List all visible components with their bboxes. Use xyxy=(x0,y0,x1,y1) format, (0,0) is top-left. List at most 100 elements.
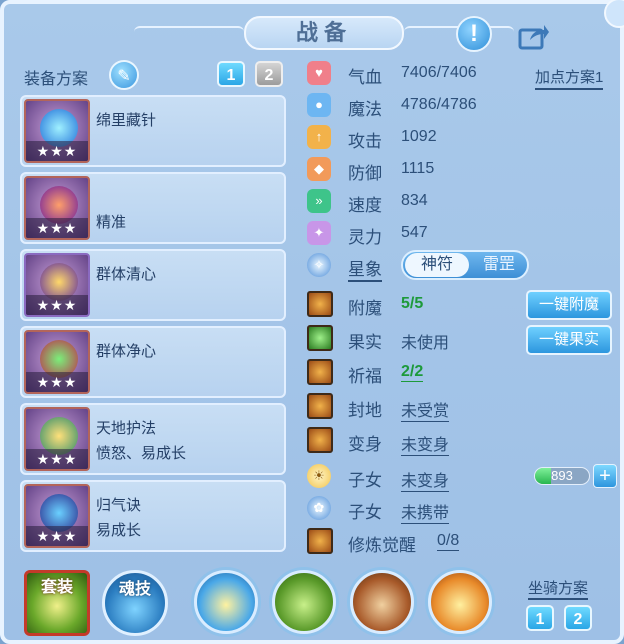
star-sign-icon: ✧ xyxy=(307,253,331,277)
equip-thumbnail: ★★★ xyxy=(24,176,90,240)
plan-tab-2[interactable]: 2 xyxy=(255,61,283,87)
stat-label-spd: 速度 xyxy=(348,196,382,215)
mount-plan-label[interactable]: 坐骑方案 xyxy=(528,577,589,600)
blessing-icon xyxy=(307,359,333,385)
stat-label-hp: 气血 xyxy=(348,68,382,87)
equip-thumbnail: ★★★ xyxy=(24,407,90,471)
toggle-option-leigang[interactable]: 雷罡 xyxy=(471,253,527,277)
equip-thumbnail: ★★★ xyxy=(24,484,90,548)
fief-icon xyxy=(307,393,333,419)
stat-label-mp: 魔法 xyxy=(348,100,382,119)
equip-thumbnail: ★★★ xyxy=(24,330,90,394)
equip-thumbnail: ★★★ xyxy=(24,99,90,163)
equip-name: 天地护法 xyxy=(96,420,157,437)
window-title: 战备 xyxy=(244,16,404,50)
exclamation-icon: ! xyxy=(470,20,478,47)
heart-icon: ♥ xyxy=(307,61,331,85)
sword-icon: ↑ xyxy=(307,125,331,149)
star-rating: ★★★ xyxy=(26,141,88,161)
stat-value-spirit: 547 xyxy=(401,224,428,241)
feature-label-blessing: 祈福 xyxy=(348,367,382,386)
feature-value-fief[interactable]: 未受赏 xyxy=(401,397,450,422)
equip-slot-6[interactable]: ★★★ 归气诀 易成长 xyxy=(20,480,286,552)
share-button[interactable] xyxy=(516,18,552,54)
edit-plan-button[interactable]: ✎ xyxy=(109,60,139,90)
feature-value-blessing[interactable]: 2/2 xyxy=(401,363,424,382)
equip-plan-label: 装备方案 xyxy=(24,71,89,88)
skill-slot-1[interactable] xyxy=(194,570,258,634)
cultivation-icon xyxy=(307,528,333,554)
stat-value-spd: 834 xyxy=(401,192,428,209)
equip-slot-2[interactable]: ★★★ 精准 xyxy=(20,172,286,244)
star-rating: ★★★ xyxy=(26,449,88,469)
child-progress-value: 893 xyxy=(551,468,573,483)
equip-slot-5[interactable]: ★★★ 天地护法 愤怒、易成长 xyxy=(20,403,286,475)
set-label: 套装 xyxy=(40,579,73,596)
equip-name: 群体清心 xyxy=(96,266,157,283)
feature-value-child-1[interactable]: 未变身 xyxy=(401,467,450,492)
shield-icon: ◆ xyxy=(307,157,331,181)
star-rating: ★★★ xyxy=(26,295,88,315)
feature-label-child-1: 子女 xyxy=(348,471,382,490)
set-bonus-skill[interactable]: 套装 xyxy=(24,570,90,636)
info-button[interactable]: ! xyxy=(456,16,492,52)
fruit-icon xyxy=(307,325,333,351)
battle-prep-panel: 战备 ! 装备方案 ✎ 1 2 ★★★ 绵里藏针 ★★★ 精准 ★★★ 群体清心 xyxy=(0,0,624,644)
equip-thumbnail: ★★★ xyxy=(24,253,90,317)
star-rating: ★★★ xyxy=(26,526,88,546)
mount-tab-1[interactable]: 1 xyxy=(526,605,554,631)
stat-value-atk: 1092 xyxy=(401,128,437,145)
star-rating: ★★★ xyxy=(26,218,88,238)
auto-fruit-button[interactable]: 一键果实 xyxy=(526,325,612,355)
spirit-icon: ✦ xyxy=(307,221,331,245)
stat-value-mp: 4786/4786 xyxy=(401,96,477,113)
equip-attr: 易成长 xyxy=(96,522,142,539)
feature-label-fief: 封地 xyxy=(348,401,382,420)
auto-enchant-button[interactable]: 一键附魔 xyxy=(526,290,612,320)
feature-value-transform[interactable]: 未变身 xyxy=(401,431,450,456)
soul-label: 魂技 xyxy=(118,581,151,598)
feature-value-cultivation[interactable]: 0/8 xyxy=(437,532,460,551)
add-button[interactable]: + xyxy=(593,464,617,488)
enchant-icon xyxy=(307,291,333,317)
skill-slot-4[interactable] xyxy=(428,570,492,634)
feature-label-child-2: 子女 xyxy=(348,503,382,522)
speed-icon: » xyxy=(307,189,331,213)
xingxiang-label[interactable]: 星象 xyxy=(348,255,382,282)
soul-skill[interactable]: 魂技 xyxy=(102,570,168,636)
stat-value-hp: 7406/7406 xyxy=(401,64,477,81)
feature-label-transform: 变身 xyxy=(348,435,382,454)
equip-attr: 精准 xyxy=(96,214,127,231)
feature-label-enchant: 附魔 xyxy=(348,299,382,318)
child-sun-icon: ☀ xyxy=(307,464,331,488)
skill-slot-2[interactable] xyxy=(272,570,336,634)
stat-label-spirit: 灵力 xyxy=(348,228,382,247)
equip-name: 绵里藏针 xyxy=(96,112,157,129)
mana-icon: ● xyxy=(307,93,331,117)
pencil-icon: ✎ xyxy=(117,68,131,85)
equip-slot-3[interactable]: ★★★ 群体清心 xyxy=(20,249,286,321)
equip-slot-1[interactable]: ★★★ 绵里藏针 xyxy=(20,95,286,167)
feature-value-child-2[interactable]: 未携带 xyxy=(401,499,450,524)
mount-tab-2[interactable]: 2 xyxy=(564,605,592,631)
plus-icon: + xyxy=(599,465,611,487)
toggle-option-shenfu[interactable]: 神符 xyxy=(405,253,469,277)
star-rating: ★★★ xyxy=(26,372,88,392)
skill-slot-3[interactable] xyxy=(350,570,414,634)
stat-label-def: 防御 xyxy=(348,164,382,183)
equip-name: 归气诀 xyxy=(96,497,142,514)
feature-label-fruit: 果实 xyxy=(348,333,382,352)
stat-label-atk: 攻击 xyxy=(348,132,382,151)
feature-label-cultivation: 修炼觉醒 xyxy=(348,536,416,555)
share-icon xyxy=(518,25,549,50)
feature-value-fruit: 未使用 xyxy=(401,335,450,352)
plan-tab-1[interactable]: 1 xyxy=(217,61,245,87)
xingxiang-toggle[interactable]: 神符 雷罡 xyxy=(401,250,529,280)
child-progress-bar: 893 xyxy=(534,467,590,485)
corner-ornament xyxy=(604,0,624,28)
equip-slot-4[interactable]: ★★★ 群体净心 xyxy=(20,326,286,398)
point-plan-link[interactable]: 加点方案1 xyxy=(535,66,604,90)
equip-name: 群体净心 xyxy=(96,343,157,360)
stat-value-def: 1115 xyxy=(401,160,435,177)
paw-icon: ✿ xyxy=(307,496,331,520)
